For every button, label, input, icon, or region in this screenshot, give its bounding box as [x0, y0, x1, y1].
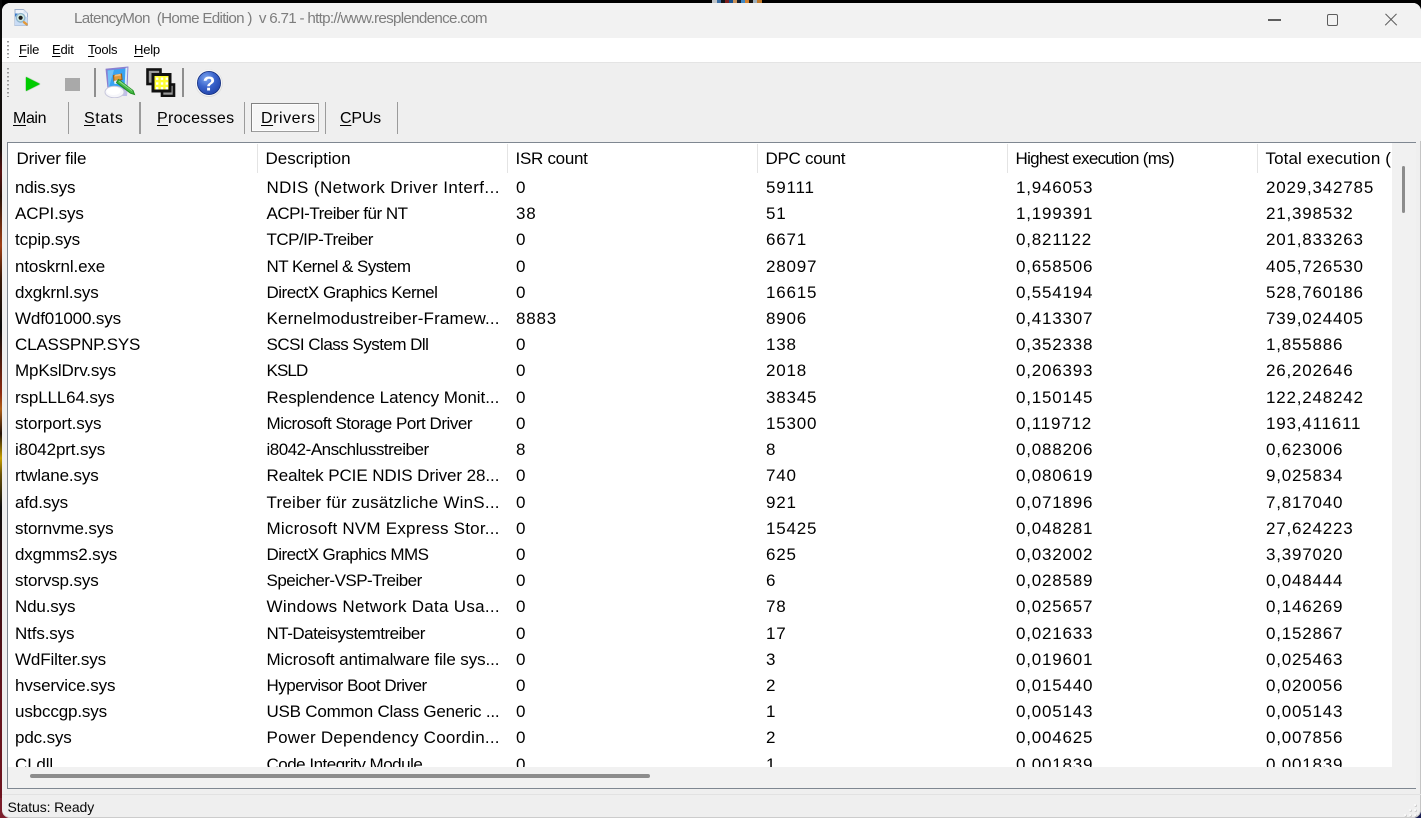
- svg-text:?: ?: [202, 72, 215, 95]
